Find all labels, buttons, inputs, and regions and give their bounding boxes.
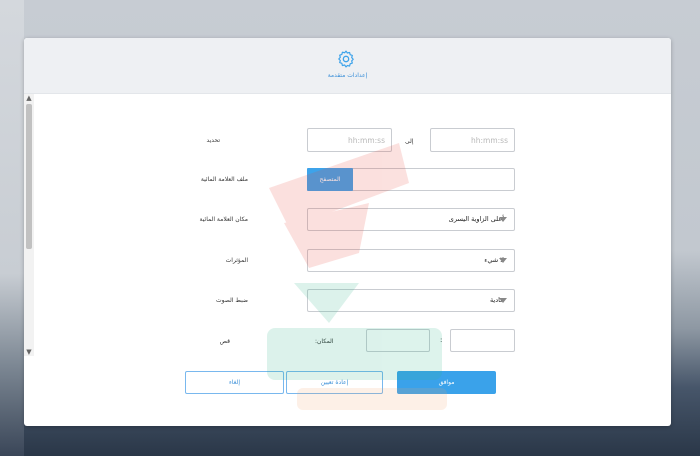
scrollbar-thumb[interactable] — [26, 104, 32, 249]
crop-position-input-b[interactable] — [450, 329, 515, 352]
scroll-down-arrow-icon[interactable]: ▼ — [24, 348, 34, 356]
crop-separator: : — [440, 336, 443, 344]
effects-label: المؤثرات — [225, 257, 248, 264]
trim-to-label: إلى — [405, 138, 414, 145]
watermark-position-label: مكان العلامة المائية — [199, 216, 248, 223]
watermark-position-select[interactable]: أعلى الزاوية اليسرى — [307, 208, 515, 231]
crop-position-input-a[interactable] — [366, 329, 430, 352]
dialog-header: إعدادات متقدمة — [24, 38, 671, 94]
volume-select[interactable]: عادية — [307, 289, 515, 312]
gear-icon — [338, 50, 354, 68]
trim-end-input[interactable] — [430, 128, 515, 152]
watermark-position-value: أعلى الزاوية اليسرى — [448, 215, 504, 223]
volume-label: ضبط الصوت — [216, 297, 248, 304]
chevron-down-icon — [499, 217, 507, 222]
watermark-file-label: ملف العلامة المائية — [200, 176, 248, 183]
trim-label: تحديد — [206, 137, 220, 144]
crop-label: قص — [219, 338, 230, 345]
chevron-down-icon — [499, 298, 507, 303]
desktop-background — [0, 0, 24, 456]
trim-start-input[interactable] — [307, 128, 392, 152]
ok-button[interactable]: موافق — [397, 371, 496, 394]
reset-button[interactable]: إعادة تعيين — [286, 371, 383, 394]
effects-select[interactable]: لا شيء — [307, 249, 515, 272]
crop-position-label: المكان: — [315, 338, 334, 345]
advanced-settings-dialog: إعدادات متقدمة ▲ ▼ تحديد إلى ملف العلامة… — [24, 38, 671, 426]
scroll-up-arrow-icon[interactable]: ▲ — [24, 94, 34, 102]
browse-button[interactable]: المتصفح — [307, 168, 353, 191]
chevron-down-icon — [499, 258, 507, 263]
cancel-button[interactable]: إلغاء — [185, 371, 284, 394]
dialog-title: إعدادات متقدمة — [327, 72, 368, 79]
vertical-scrollbar[interactable]: ▲ ▼ — [24, 94, 34, 356]
